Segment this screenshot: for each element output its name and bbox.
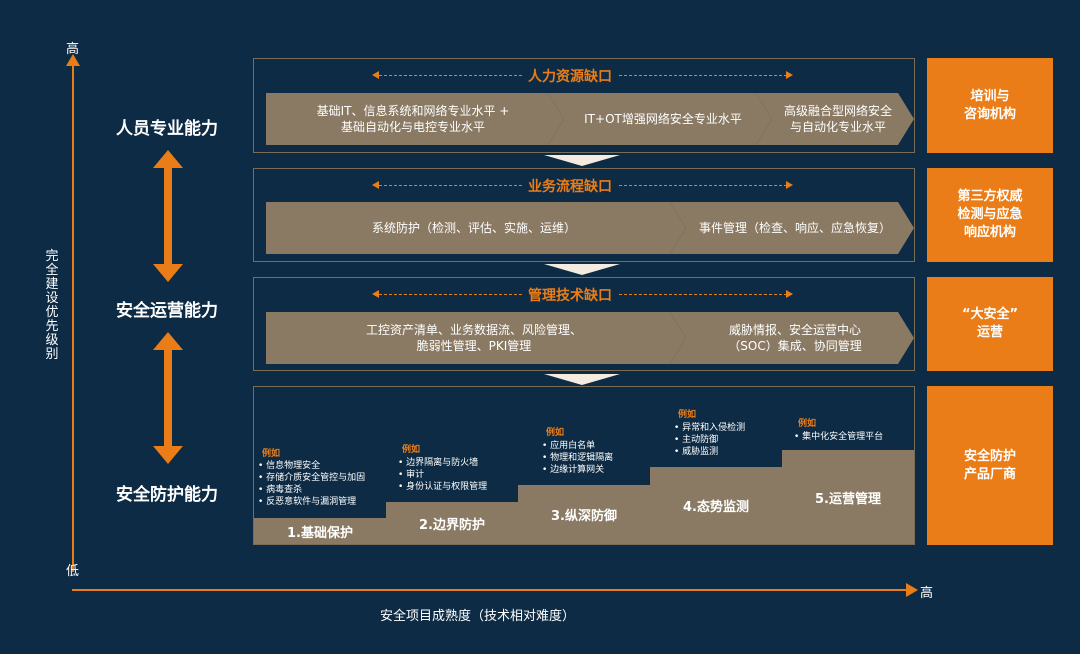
gap-arrow-right-icon <box>786 290 793 298</box>
step5-example-title: 例如 <box>798 419 817 429</box>
chevron-mgmt-asset: 工控资产清单、业务数据流、风险管理、 脆弱性管理、PKI管理 <box>266 312 686 364</box>
step-operations-management: 5.运营管理 <box>782 450 914 544</box>
step3-example-list: 应用白名单 物理和逻辑隔离 边缘计算网关 <box>542 440 662 476</box>
step5-example-list: 集中化安全管理平台 <box>794 431 914 443</box>
process-gap-title: 业务流程缺口 <box>522 176 618 196</box>
gap-arrow-right-icon <box>786 181 793 189</box>
gap-arrow-left-icon <box>372 290 379 298</box>
step3-example-title: 例如 <box>546 428 565 438</box>
chevron-hr-itot: IT+OT增强网络安全专业水平 <box>548 93 772 145</box>
x-axis-high-label: 高 <box>920 586 934 601</box>
list-item: 审计 <box>398 469 523 481</box>
step4-example-title: 例如 <box>678 410 697 420</box>
capability-operations: 安全运营能力 <box>116 301 218 321</box>
chevron-process-protection: 系统防护（检测、评估、实施、运维） <box>266 202 686 254</box>
step1-example-title: 例如 <box>262 449 281 459</box>
chevron-hr-basic: 基础IT、信息系统和网络专业水平 + 基础自动化与电控专业水平 <box>266 93 564 145</box>
step-situation-monitoring: 4.态势监测 <box>650 467 782 544</box>
double-arrow-upper-icon <box>153 150 183 282</box>
list-item: 反恶意软件与漏洞管理 <box>258 496 388 508</box>
list-item: 信息物理安全 <box>258 460 388 472</box>
list-item: 物理和逻辑隔离 <box>542 452 662 464</box>
y-axis-line <box>72 62 74 572</box>
step-basic-protection: 1.基础保护 <box>254 518 386 544</box>
x-axis-title: 安全项目成熟度（技术相对难度） <box>380 609 576 624</box>
list-item: 边界隔离与防火墙 <box>398 457 523 469</box>
org-big-security-ops: “大安全” 运营 <box>927 277 1053 371</box>
capability-personnel: 人员专业能力 <box>116 119 218 139</box>
list-item: 身份认证与权限管理 <box>398 481 523 493</box>
step1-example-list: 信息物理安全 存储介质安全管控与加固 病毒查杀 反恶意软件与漏洞管理 <box>258 460 388 508</box>
chevron-hr-advanced: 高级融合型网络安全 与自动化专业水平 <box>756 93 914 145</box>
step2-example-title: 例如 <box>402 445 421 455</box>
org-training-consulting: 培训与 咨询机构 <box>927 58 1053 153</box>
org-third-party-testing: 第三方权威 检测与应急 响应机构 <box>927 168 1053 262</box>
list-item: 应用白名单 <box>542 440 662 452</box>
gap-arrow-left-icon <box>372 181 379 189</box>
y-axis-title: 完全建设优先级别 <box>45 249 59 362</box>
connector-arrow-icon <box>544 374 620 385</box>
list-item: 存储介质安全管控与加固 <box>258 472 388 484</box>
list-item: 集中化安全管理平台 <box>794 431 914 443</box>
mgmt-gap-title: 管理技术缺口 <box>522 285 618 305</box>
connector-arrow-icon <box>544 264 620 275</box>
connector-arrow-icon <box>544 155 620 166</box>
step4-example-list: 异常和入侵检测 主动防御 威胁监测 <box>674 422 794 458</box>
capability-protection: 安全防护能力 <box>116 485 218 505</box>
chevron-process-incident: 事件管理（检查、响应、应急恢复） <box>670 202 914 254</box>
y-axis-high-label: 高 <box>66 42 80 57</box>
double-arrow-lower-icon <box>153 332 183 464</box>
step2-example-list: 边界隔离与防火墙 审计 身份认证与权限管理 <box>398 457 523 493</box>
list-item: 病毒查杀 <box>258 484 388 496</box>
step-defense-in-depth: 3.纵深防御 <box>518 485 650 544</box>
hr-gap-title: 人力资源缺口 <box>522 66 618 86</box>
step-boundary-protection: 2.边界防护 <box>386 502 518 544</box>
list-item: 边缘计算网关 <box>542 464 662 476</box>
y-axis-low-label: 低 <box>66 564 80 579</box>
list-item: 威胁监测 <box>674 446 794 458</box>
gap-arrow-left-icon <box>372 71 379 79</box>
list-item: 异常和入侵检测 <box>674 422 794 434</box>
org-security-vendors: 安全防护 产品厂商 <box>927 386 1053 545</box>
list-item: 主动防御 <box>674 434 794 446</box>
x-axis-line <box>72 589 910 591</box>
chevron-mgmt-threat: 威胁情报、安全运营中心 （SOC）集成、协同管理 <box>670 312 914 364</box>
gap-arrow-right-icon <box>786 71 793 79</box>
x-axis-arrow-icon <box>906 583 918 597</box>
